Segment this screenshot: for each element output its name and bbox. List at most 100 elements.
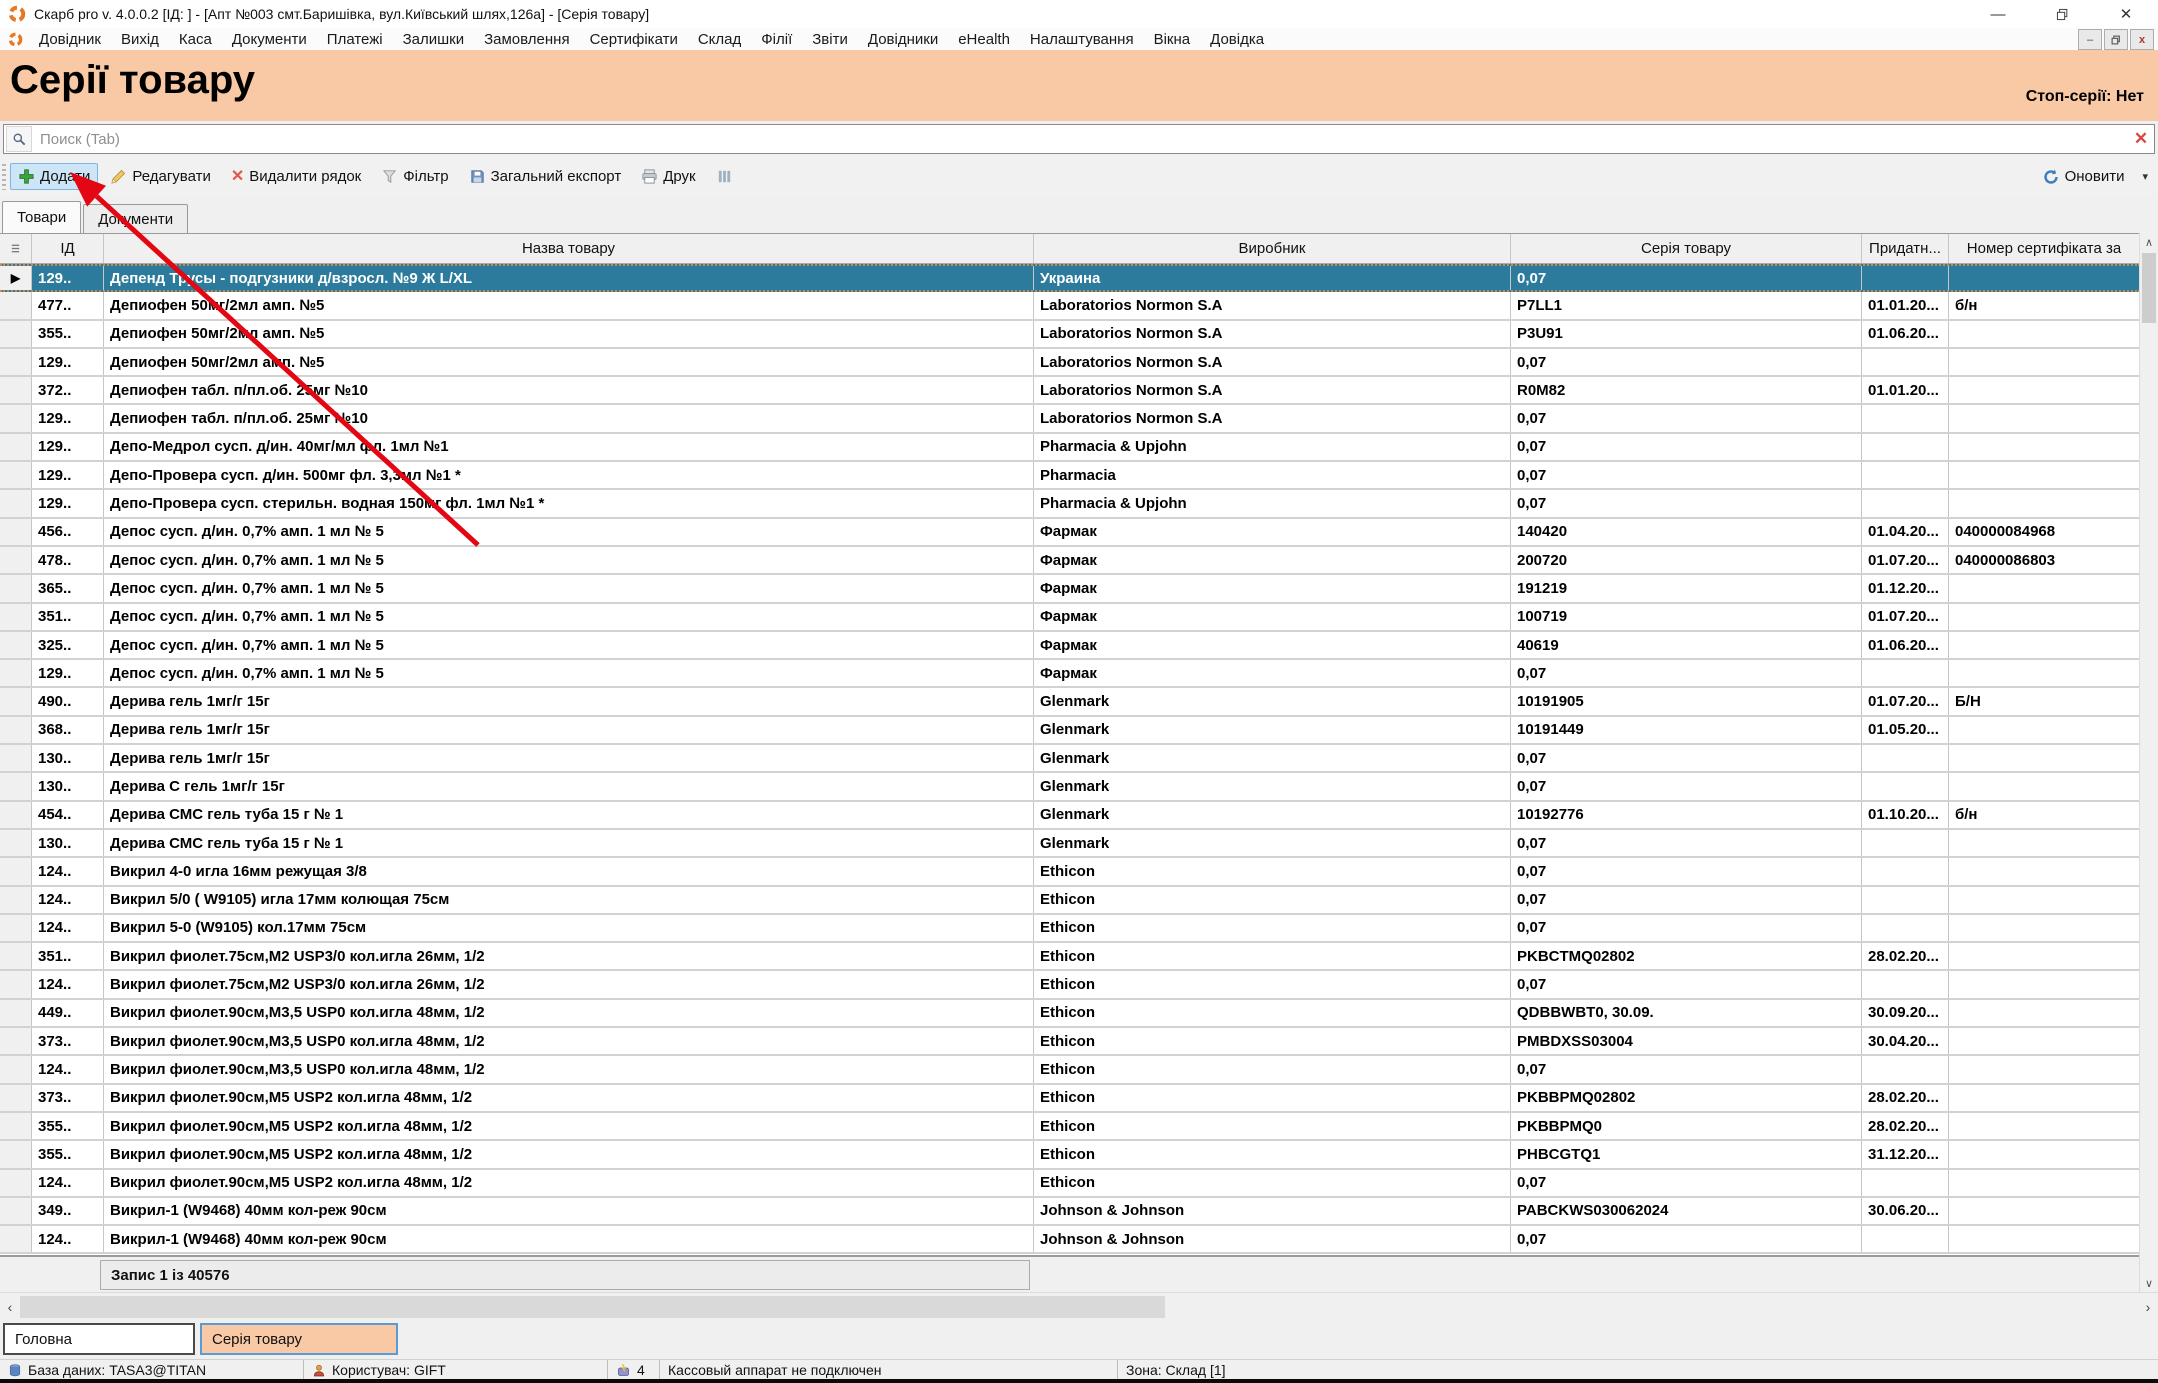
restore-button[interactable] xyxy=(2030,0,2094,28)
column-header-2[interactable]: Назва товару xyxy=(104,234,1034,263)
table-row[interactable]: 456..Депос сусп. д/ин. 0,7% амп. 1 мл № … xyxy=(0,519,2140,547)
menu-item-5[interactable]: Платежі xyxy=(317,31,393,48)
cell-series: 40619 xyxy=(1511,632,1862,658)
edit-button[interactable]: Редагувати xyxy=(102,163,219,190)
table-row[interactable]: 373..Викрил фиолет.90см,М5 USP2 кол.игла… xyxy=(0,1085,2140,1113)
menu-item-11[interactable]: Звіти xyxy=(802,31,858,48)
menu-item-14[interactable]: Налаштування xyxy=(1020,31,1144,48)
table-row[interactable]: 130..Дерива СМС гель туба 15 г № 1Glenma… xyxy=(0,830,2140,858)
table-row[interactable]: 490..Дерива гель 1мг/г 15гGlenmark101919… xyxy=(0,688,2140,716)
filter-button[interactable]: Фільтр xyxy=(373,163,456,190)
scroll-up-icon[interactable]: ∧ xyxy=(2140,233,2158,251)
print-button[interactable]: Друк xyxy=(633,163,703,190)
cell-manufacturer: Ethicon xyxy=(1034,1028,1511,1054)
table-row[interactable]: 130..Дерива С гель 1мг/г 15гGlenmark0,07 xyxy=(0,773,2140,801)
refresh-dropdown-icon[interactable]: ▾ xyxy=(2142,170,2148,183)
delete-row-button[interactable]: ✕ Видалити рядок xyxy=(223,163,369,190)
mdi-restore-button[interactable] xyxy=(2104,29,2128,50)
table-row[interactable]: 365..Депос сусп. д/ин. 0,7% амп. 1 мл № … xyxy=(0,575,2140,603)
table-row[interactable]: 355..Депиофен 50мг/2мл амп. №5Laboratori… xyxy=(0,321,2140,349)
menu-item-4[interactable]: Документи xyxy=(222,31,317,48)
row-indicator-header[interactable] xyxy=(0,234,32,263)
menu-item-1[interactable]: Довідник xyxy=(29,31,111,48)
table-row[interactable]: 129..Депос сусп. д/ин. 0,7% амп. 1 мл № … xyxy=(0,660,2140,688)
mdi-close-button[interactable]: x xyxy=(2130,29,2154,50)
cell-name: Викрил фиолет.90см,М5 USP2 кол.игла 48мм… xyxy=(104,1085,1034,1111)
column-header-5[interactable]: Придатн... xyxy=(1862,234,1949,263)
table-row[interactable]: 349..Викрил-1 (W9468) 40мм кол-реж 90смJ… xyxy=(0,1198,2140,1226)
table-row[interactable]: 372..Депиофен табл. п/пл.об. 25мг №10Lab… xyxy=(0,377,2140,405)
scroll-down-icon[interactable]: ∨ xyxy=(2140,1274,2158,1292)
scroll-right-icon[interactable]: › xyxy=(2138,1293,2158,1321)
menu-item-3[interactable]: Каса xyxy=(169,31,222,48)
table-row[interactable]: 129..Депиофен табл. п/пл.об. 25мг №10Lab… xyxy=(0,405,2140,433)
menu-item-9[interactable]: Склад xyxy=(688,31,751,48)
window-tab-home[interactable]: Головна xyxy=(3,1323,195,1355)
table-row[interactable]: 124..Викрил 5/0 ( W9105) игла 17мм колющ… xyxy=(0,887,2140,915)
table-row[interactable]: 124..Викрил-1 (W9468) 40мм кол-реж 90смJ… xyxy=(0,1226,2140,1254)
table-row[interactable]: 129..Депиофен 50мг/2мл амп. №5Laboratori… xyxy=(0,349,2140,377)
menu-item-6[interactable]: Залишки xyxy=(393,31,475,48)
menu-item-12[interactable]: Довідники xyxy=(858,31,948,48)
cell-name: Депо-Провера сусп. стерильн. водная 150м… xyxy=(104,490,1034,516)
menu-item-16[interactable]: Довідка xyxy=(1200,31,1274,48)
table-row[interactable]: 124..Викрил 4-0 игла 16мм режущая 3/8Eth… xyxy=(0,858,2140,886)
column-header-1[interactable]: ІД xyxy=(32,234,104,263)
menu-item-8[interactable]: Сертифікати xyxy=(580,31,688,48)
tab-tovary[interactable]: Товари xyxy=(2,201,81,233)
table-row[interactable]: 449..Викрил фиолет.90см,М3,5 USP0 кол.иг… xyxy=(0,1000,2140,1028)
window-tab-current[interactable]: Серія товару xyxy=(200,1323,398,1355)
scroll-left-icon[interactable]: ‹ xyxy=(0,1293,20,1321)
vertical-scroll-thumb[interactable] xyxy=(2142,253,2156,323)
table-row[interactable]: 368..Дерива гель 1мг/г 15гGlenmark101914… xyxy=(0,717,2140,745)
horizontal-scrollbar[interactable]: ‹ › xyxy=(0,1292,2158,1321)
table-row[interactable]: 129..Депо-Медрол сусп. д/ин. 40мг/мл фл.… xyxy=(0,434,2140,462)
refresh-button[interactable]: Оновити xyxy=(2034,163,2133,191)
cell-certificate xyxy=(1949,490,2140,516)
column-header-3[interactable]: Виробник xyxy=(1034,234,1511,263)
table-row[interactable]: 130..Дерива гель 1мг/г 15гGlenmark0,07 xyxy=(0,745,2140,773)
table-row[interactable]: 355..Викрил фиолет.90см,М5 USP2 кол.игла… xyxy=(0,1113,2140,1141)
table-row[interactable]: 129..Депо-Провера сусп. д/ин. 500мг фл. … xyxy=(0,462,2140,490)
cell-id: 372.. xyxy=(32,377,104,403)
table-row[interactable]: 355..Викрил фиолет.90см,М5 USP2 кол.игла… xyxy=(0,1141,2140,1169)
table-row[interactable]: 124..Викрил фиолет.90см,М5 USP2 кол.игла… xyxy=(0,1170,2140,1198)
cell-valid-until: 01.07.20... xyxy=(1862,547,1949,573)
table-row[interactable]: 124..Викрил фиолет.75см,М2 USP3/0 кол.иг… xyxy=(0,971,2140,999)
menu-item-2[interactable]: Вихід xyxy=(111,31,169,48)
menu-item-13[interactable]: eHealth xyxy=(948,31,1020,48)
menu-item-10[interactable]: Філії xyxy=(751,31,802,48)
vertical-scrollbar[interactable]: ∧ ∨ xyxy=(2139,233,2158,1292)
export-button[interactable]: Загальний експорт xyxy=(461,163,630,190)
tab-dokumenty[interactable]: Документи xyxy=(83,204,188,233)
cell-id: 365.. xyxy=(32,575,104,601)
table-row[interactable]: 129..Депо-Провера сусп. стерильн. водная… xyxy=(0,490,2140,518)
horizontal-scroll-thumb[interactable] xyxy=(20,1296,1165,1318)
table-row[interactable]: ▶129..Депенд Трусы - подгузники д/взросл… xyxy=(0,264,2140,292)
menu-item-7[interactable]: Замовлення xyxy=(474,31,579,48)
menu-item-15[interactable]: Вікна xyxy=(1144,31,1201,48)
close-button[interactable]: ✕ xyxy=(2094,0,2158,28)
mdi-minimize-button[interactable]: – xyxy=(2078,29,2102,50)
search-input[interactable] xyxy=(32,131,2128,148)
table-row[interactable]: 124..Викрил 5-0 (W9105) кол.17мм 75смEth… xyxy=(0,915,2140,943)
search-clear-icon[interactable]: ✕ xyxy=(2128,129,2154,149)
column-chooser-button[interactable] xyxy=(708,163,741,190)
column-header-4[interactable]: Серія товару xyxy=(1511,234,1862,263)
table-row[interactable]: 477..Депиофен 50мг/2мл амп. №5Laboratori… xyxy=(0,292,2140,320)
cell-certificate xyxy=(1949,604,2140,630)
search-box[interactable]: ✕ xyxy=(3,124,2155,154)
table-row[interactable]: 124..Викрил фиолет.90см,М3,5 USP0 кол.иг… xyxy=(0,1056,2140,1084)
add-button[interactable]: Додати xyxy=(10,163,98,190)
table-row[interactable]: 478..Депос сусп. д/ин. 0,7% амп. 1 мл № … xyxy=(0,547,2140,575)
database-icon xyxy=(8,1363,22,1378)
table-row[interactable]: 373..Викрил фиолет.90см,М3,5 USP0 кол.иг… xyxy=(0,1028,2140,1056)
table-row[interactable]: 325..Депос сусп. д/ин. 0,7% амп. 1 мл № … xyxy=(0,632,2140,660)
search-icon xyxy=(6,126,32,152)
pencil-icon xyxy=(110,168,127,185)
minimize-button[interactable]: — xyxy=(1966,0,2030,28)
column-header-6[interactable]: Номер сертифіката за xyxy=(1949,234,2140,263)
table-row[interactable]: 351..Депос сусп. д/ин. 0,7% амп. 1 мл № … xyxy=(0,604,2140,632)
table-row[interactable]: 454..Дерива СМС гель туба 15 г № 1Glenma… xyxy=(0,802,2140,830)
table-row[interactable]: 351..Викрил фиолет.75см,М2 USP3/0 кол.иг… xyxy=(0,943,2140,971)
